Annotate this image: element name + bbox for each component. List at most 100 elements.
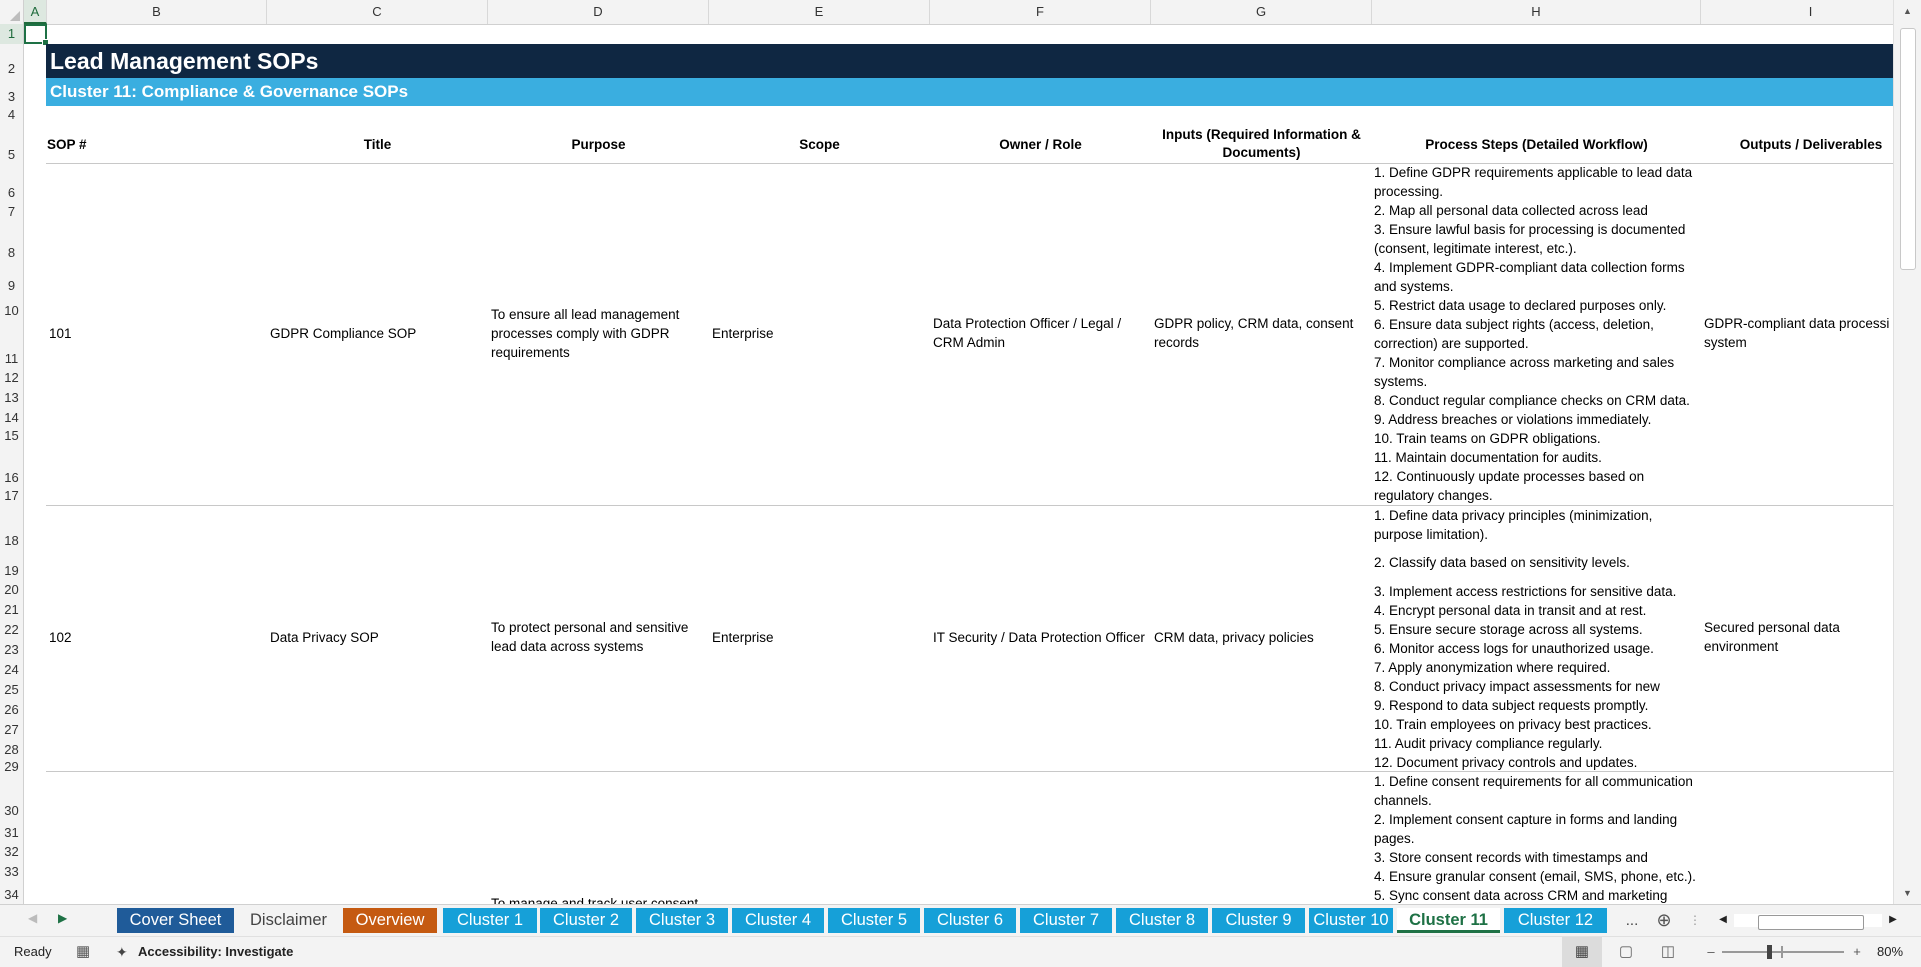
sheet-tab-cluster-5[interactable]: Cluster 5 [828, 908, 920, 933]
row-header-4[interactable]: 4 [0, 106, 23, 124]
row-header-22[interactable]: 22 [0, 620, 23, 640]
row-header-32[interactable]: 32 [0, 842, 23, 862]
add-sheet-icon[interactable]: ⊕ [1652, 908, 1676, 933]
sop-purpose-101[interactable]: To ensure all lead management processes … [491, 305, 701, 362]
row-header-25[interactable]: 25 [0, 680, 23, 700]
accessibility-icon[interactable]: ✦ [116, 937, 128, 967]
sheet-nav-next-icon[interactable]: ▶ [58, 911, 67, 925]
sheet-tab-cluster-1[interactable]: Cluster 1 [443, 908, 537, 933]
column-header-d[interactable]: D [488, 0, 709, 24]
column-header-f[interactable]: F [930, 0, 1151, 24]
row-header-29[interactable]: 29 [0, 760, 23, 773]
column-header-i[interactable]: I [1701, 0, 1921, 24]
sop-number-102[interactable]: 102 [49, 628, 72, 647]
more-tabs-button[interactable]: ... [1617, 908, 1647, 933]
sop-title-102[interactable]: Data Privacy SOP [270, 628, 480, 647]
vertical-scroll-thumb[interactable] [1900, 28, 1916, 270]
row-header-14[interactable]: 14 [0, 408, 23, 428]
column-header-g[interactable]: G [1151, 0, 1372, 24]
row-header-19[interactable]: 19 [0, 550, 23, 580]
row-header-34[interactable]: 34 [0, 882, 23, 904]
sheet-nav-prev-icon[interactable]: ◀ [28, 911, 37, 925]
horizontal-scroll-thumb[interactable] [1758, 915, 1864, 930]
sheet-tab-disclaimer[interactable]: Disclaimer [238, 908, 339, 933]
sop-number-101[interactable]: 101 [49, 324, 72, 343]
sop-purpose-102[interactable]: To protect personal and sensitive lead d… [491, 618, 701, 656]
sop-outputs-101[interactable]: GDPR-compliant data processi system [1704, 314, 1894, 352]
select-all-corner[interactable] [0, 0, 24, 24]
sop-owner-101[interactable]: Data Protection Officer / Legal / CRM Ad… [933, 314, 1145, 352]
row-header-12[interactable]: 12 [0, 368, 23, 388]
row-header-23[interactable]: 23 [0, 640, 23, 660]
row-header-10[interactable]: 10 [0, 295, 23, 320]
row-header-16[interactable]: 16 [0, 444, 23, 487]
sheet-tab-overview[interactable]: Overview [343, 908, 437, 933]
sheet-tab-cluster-3[interactable]: Cluster 3 [636, 908, 728, 933]
sheet-tab-cluster-4[interactable]: Cluster 4 [732, 908, 824, 933]
row-header-31[interactable]: 31 [0, 820, 23, 842]
page-break-icon[interactable]: ◫ [1654, 937, 1682, 967]
sheet-tab-cluster-8[interactable]: Cluster 8 [1116, 908, 1208, 933]
sop-owner-102[interactable]: IT Security / Data Protection Officer [933, 628, 1148, 647]
sheet-tab-cover-sheet[interactable]: Cover Sheet [117, 908, 234, 933]
sheet-tab-cluster-2[interactable]: Cluster 2 [540, 908, 632, 933]
sop-outputs-102[interactable]: Secured personal data environment [1704, 618, 1884, 656]
sheet-tab-cluster-10[interactable]: Cluster 10 [1309, 908, 1393, 933]
sheet-tab-cluster-7[interactable]: Cluster 7 [1020, 908, 1112, 933]
tab-bar-splitter[interactable]: ⋮ [1688, 908, 1702, 933]
sop-scope-101[interactable]: Enterprise [712, 324, 774, 343]
row-header-21[interactable]: 21 [0, 600, 23, 620]
row-header-13[interactable]: 13 [0, 388, 23, 408]
row-header-8[interactable]: 8 [0, 222, 23, 262]
row-header-2[interactable]: 2 [0, 44, 23, 78]
zoom-slider[interactable] [1722, 937, 1844, 967]
row-header-24[interactable]: 24 [0, 660, 23, 680]
page-layout-icon[interactable]: ▢ [1612, 937, 1640, 967]
sheet-tab-cluster-9[interactable]: Cluster 9 [1212, 908, 1305, 933]
horizontal-scrollbar[interactable]: ◀ ▶ [1716, 912, 1901, 930]
column-header-b[interactable]: B [47, 0, 267, 24]
row-header-6[interactable]: 6 [0, 164, 23, 202]
row-header-18[interactable]: 18 [0, 505, 23, 550]
row-header-3[interactable]: 3 [0, 78, 23, 106]
zoom-level[interactable]: 80% [1877, 937, 1903, 967]
sop-inputs-102[interactable]: CRM data, privacy policies [1154, 628, 1366, 647]
column-header-h[interactable]: H [1372, 0, 1701, 24]
row-header-30[interactable]: 30 [0, 773, 23, 820]
row-header-20[interactable]: 20 [0, 580, 23, 600]
sheet-tab-cluster-12[interactable]: Cluster 12 [1504, 908, 1607, 933]
scroll-left-icon[interactable]: ◀ [1716, 912, 1730, 927]
row-header-1[interactable]: 1 [0, 24, 23, 44]
column-header-c[interactable]: C [267, 0, 488, 24]
accessibility-status[interactable]: Accessibility: Investigate [138, 937, 293, 967]
sop-title-101[interactable]: GDPR Compliance SOP [270, 324, 480, 343]
horizontal-scroll-track[interactable] [1734, 914, 1882, 930]
zoom-in-icon[interactable]: + [1850, 937, 1864, 967]
active-cell-a1[interactable] [24, 24, 49, 46]
row-header-17[interactable]: 17 [0, 487, 23, 505]
row-header-11[interactable]: 11 [0, 320, 23, 368]
macro-record-icon[interactable]: ▦ [76, 937, 90, 967]
spreadsheet-grid[interactable]: A B C D E F G H I 1 2 3 4 5 6 7 8 9 10 11 12 13 14 15 1… [0, 0, 1921, 904]
row-header-27[interactable]: 27 [0, 720, 23, 740]
column-header-a[interactable]: A [24, 0, 47, 24]
sop-inputs-101[interactable]: GDPR policy, CRM data, consent records [1154, 314, 1366, 352]
scroll-right-icon[interactable]: ▶ [1886, 912, 1900, 927]
row-header-7[interactable]: 7 [0, 202, 23, 222]
normal-view-icon[interactable]: ▦ [1562, 937, 1602, 967]
sheet-tab-cluster-6[interactable]: Cluster 6 [924, 908, 1016, 933]
zoom-slider-thumb[interactable] [1767, 945, 1772, 959]
scroll-up-icon[interactable]: ▲ [1894, 2, 1921, 20]
row-header-33[interactable]: 33 [0, 862, 23, 882]
scroll-down-icon[interactable]: ▼ [1894, 884, 1921, 902]
row-header-9[interactable]: 9 [0, 262, 23, 295]
row-header-15[interactable]: 15 [0, 428, 23, 444]
sheet-tab-cluster-11[interactable]: Cluster 11 [1397, 908, 1500, 933]
vertical-scrollbar[interactable]: ▲ ▼ [1893, 0, 1921, 904]
sop-scope-102[interactable]: Enterprise [712, 628, 774, 647]
row-header-26[interactable]: 26 [0, 700, 23, 720]
zoom-out-icon[interactable]: – [1704, 937, 1718, 967]
sop-purpose-103[interactable]: To manage and track user consent [491, 894, 701, 904]
row-header-28[interactable]: 28 [0, 740, 23, 760]
row-header-5[interactable]: 5 [0, 124, 23, 164]
